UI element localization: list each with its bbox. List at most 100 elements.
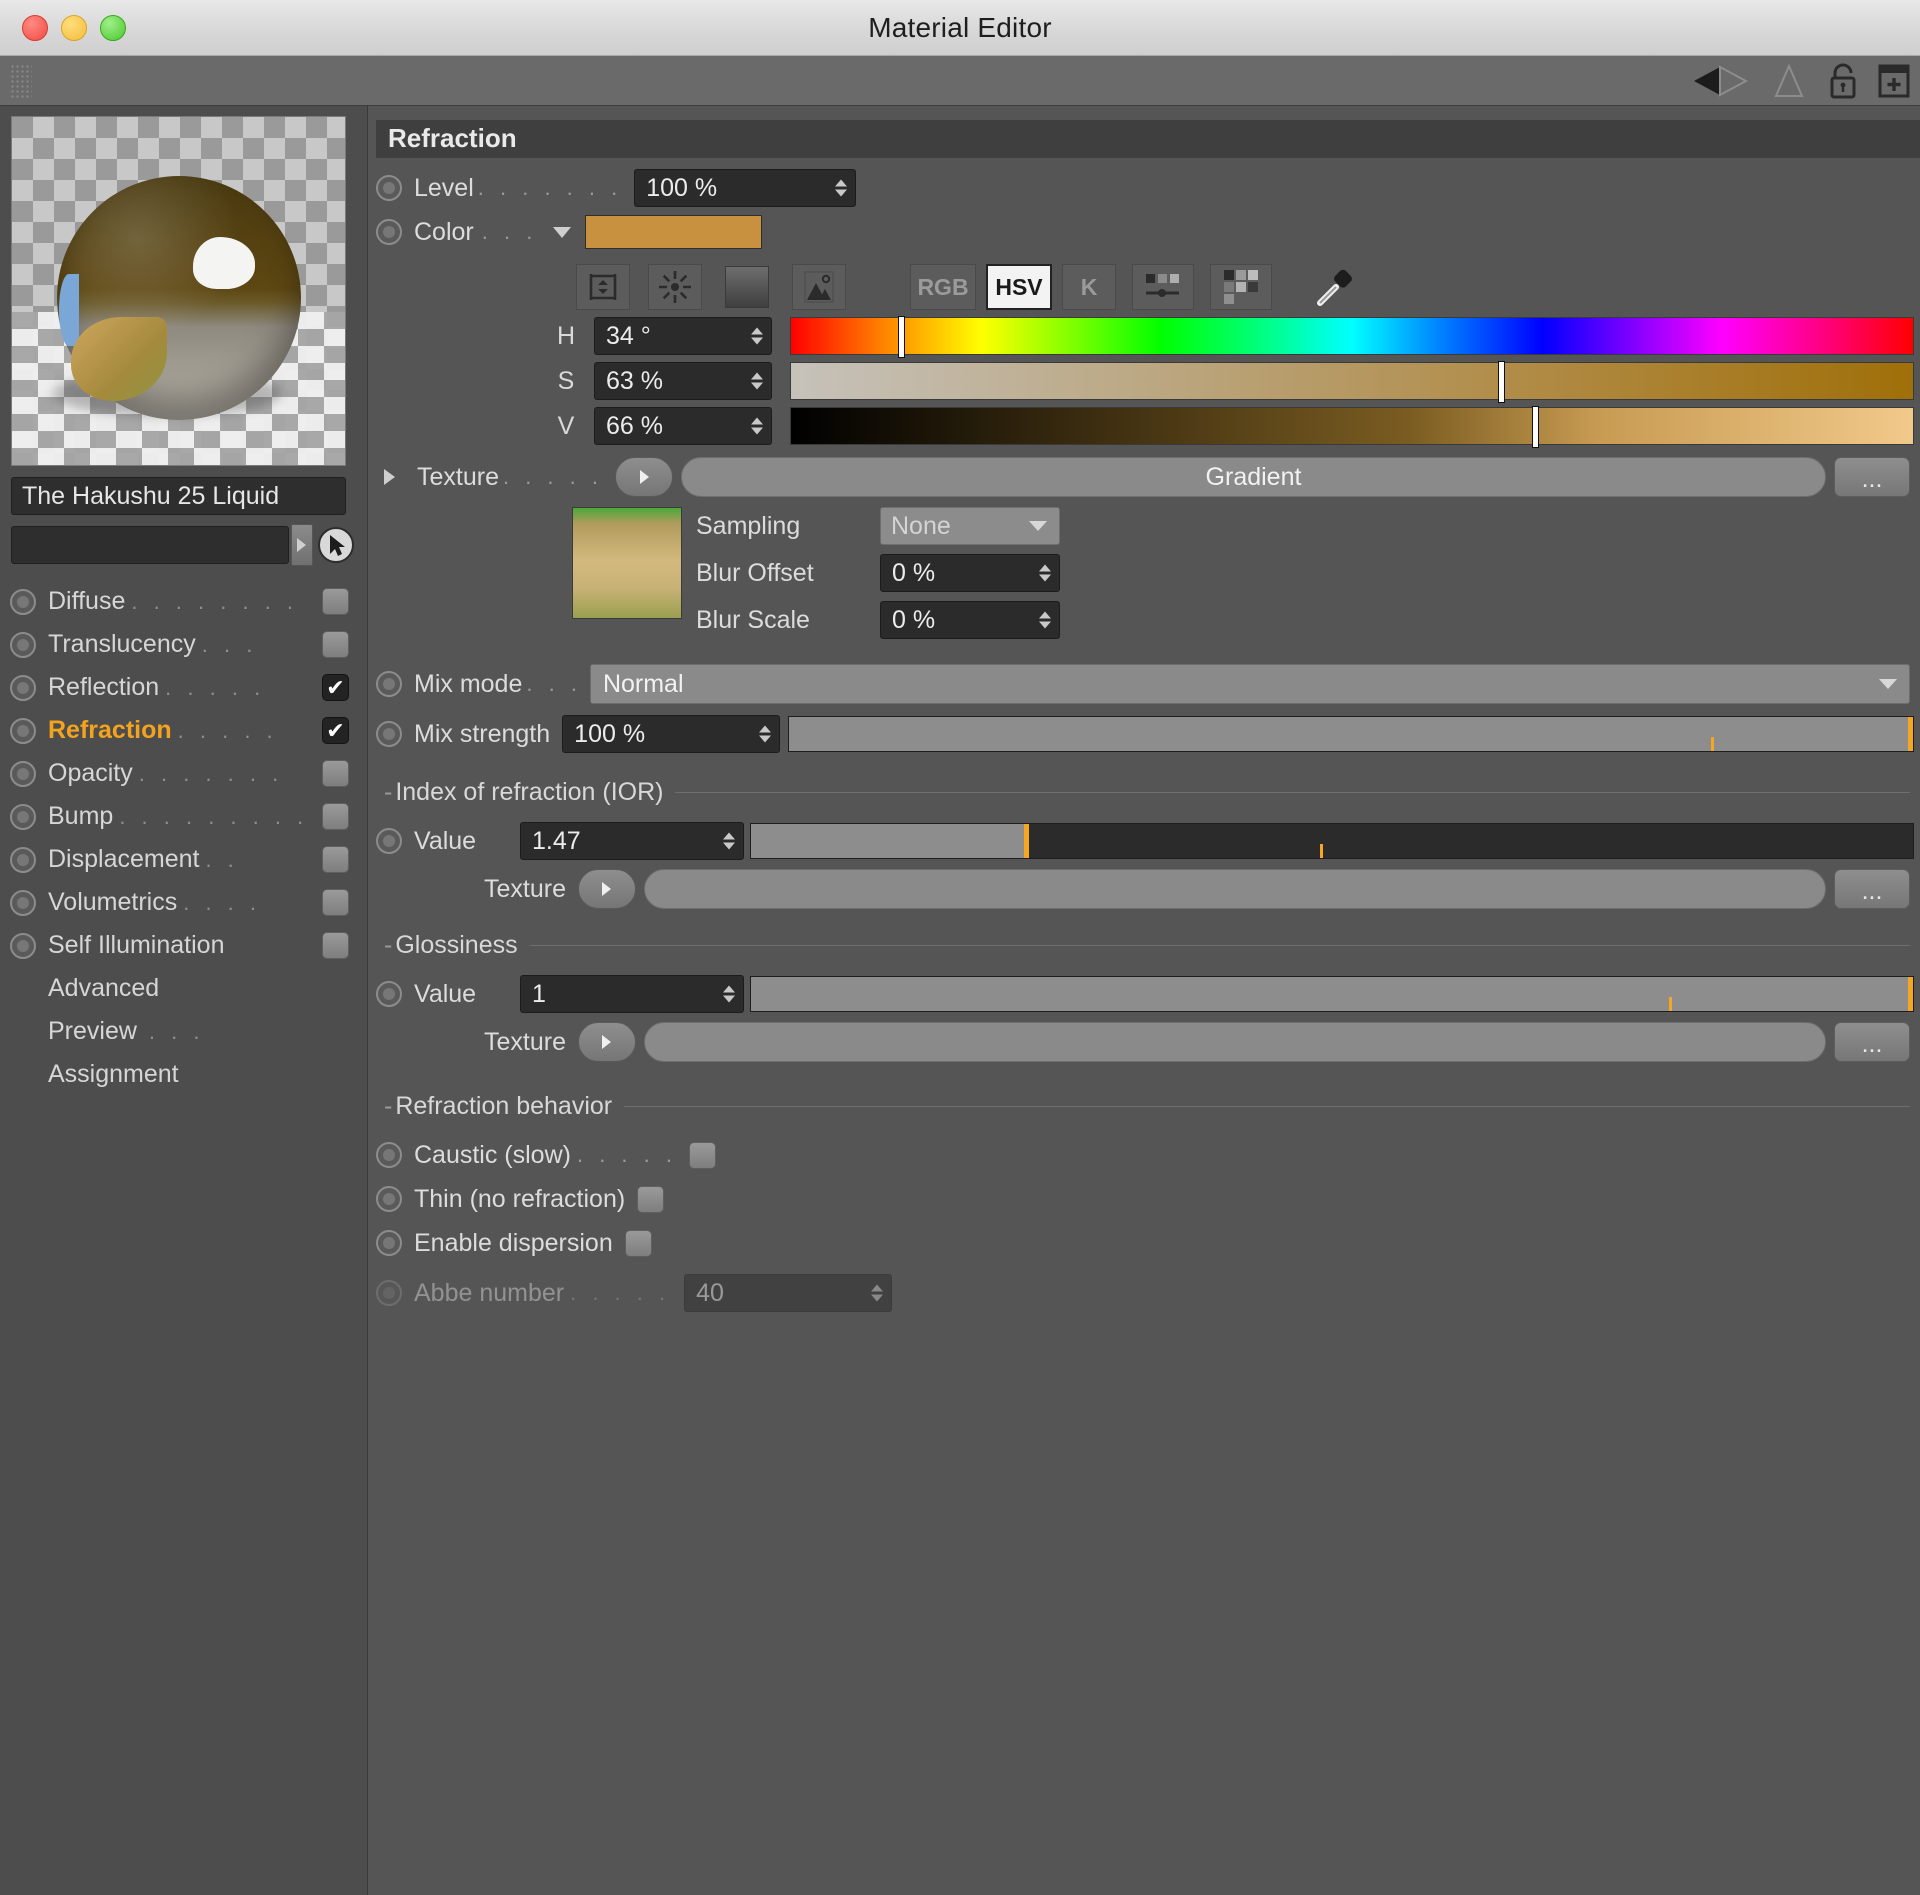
play-back-arrow-icon[interactable]: [1690, 63, 1752, 99]
color-radio-icon[interactable]: [376, 219, 402, 245]
select-cursor-icon[interactable]: [317, 525, 356, 565]
caustic-row[interactable]: Caustic (slow) . . . . .: [376, 1133, 1920, 1177]
mix-strength-slider-knob[interactable]: [1908, 717, 1913, 751]
saturation-input[interactable]: 63 %: [594, 362, 772, 400]
search-input[interactable]: [11, 526, 289, 564]
sidebar-item-assignment[interactable]: Assignment: [0, 1053, 367, 1096]
glossiness-value-input[interactable]: 1: [520, 975, 744, 1013]
kelvin-mode-button[interactable]: K: [1062, 264, 1116, 310]
ior-slider[interactable]: [750, 823, 1914, 859]
channel-checkbox[interactable]: [322, 889, 349, 916]
mix-strength-stepper-icon[interactable]: [759, 725, 772, 743]
hue-slider-knob[interactable]: [897, 316, 905, 358]
color-wheel-icon[interactable]: [648, 264, 702, 310]
expand-triangle-icon[interactable]: [384, 469, 395, 485]
saturation-slider-knob[interactable]: [1497, 361, 1505, 403]
level-stepper-icon[interactable]: [835, 179, 848, 197]
dispersion-checkbox[interactable]: [624, 1229, 652, 1257]
sidebar-item-preview[interactable]: Preview . . .: [0, 1010, 367, 1053]
sidebar-item-opacity[interactable]: Opacity . . . . . . .: [0, 752, 367, 795]
hue-stepper-icon[interactable]: [751, 327, 763, 345]
ior-texture-field[interactable]: [643, 869, 1826, 909]
glossiness-slider-knob[interactable]: [1908, 977, 1913, 1011]
lock-icon[interactable]: [1826, 62, 1860, 100]
mix-strength-radio-icon[interactable]: [376, 721, 402, 747]
channel-radio-icon[interactable]: [10, 588, 36, 615]
blur-offset-stepper-icon[interactable]: [1039, 564, 1051, 582]
sidebar-item-advanced[interactable]: Advanced: [0, 967, 367, 1010]
thin-row[interactable]: Thin (no refraction): [376, 1177, 1920, 1221]
texture-arrow-button[interactable]: [615, 457, 673, 497]
channel-checkbox-checked[interactable]: ✔: [322, 717, 349, 744]
glossiness-texture-more-button[interactable]: ...: [1834, 1022, 1910, 1062]
mix-strength-input[interactable]: 100 %: [562, 715, 781, 753]
channel-radio-icon[interactable]: [10, 889, 36, 916]
ior-value-input[interactable]: 1.47: [520, 822, 744, 860]
color-swatch[interactable]: [585, 215, 763, 249]
glossiness-texture-field[interactable]: [643, 1022, 1826, 1062]
hue-slider[interactable]: [790, 316, 1914, 358]
channel-checkbox[interactable]: [322, 631, 349, 658]
rgb-mode-button[interactable]: RGB: [910, 264, 976, 310]
image-picker-icon[interactable]: [792, 264, 846, 310]
value-stepper-icon[interactable]: [751, 417, 763, 435]
texture-more-button[interactable]: ...: [1834, 457, 1910, 497]
channel-radio-icon[interactable]: [10, 674, 36, 701]
value-slider-knob[interactable]: [1531, 406, 1539, 448]
mix-strength-slider[interactable]: [788, 716, 1914, 752]
sidebar-item-diffuse[interactable]: Diffuse . . . . . . . .: [0, 580, 367, 623]
mix-mode-radio-icon[interactable]: [376, 671, 402, 697]
sidebar-item-self-illumination[interactable]: Self Illumination: [0, 924, 367, 967]
eyedropper-range-icon[interactable]: [576, 264, 630, 310]
sidebar-item-volumetrics[interactable]: Volumetrics . . . .: [0, 881, 367, 924]
texture-value-field[interactable]: Gradient: [681, 457, 1826, 497]
value-slider[interactable]: [790, 406, 1914, 448]
sidebar-item-displacement[interactable]: Displacement . .: [0, 838, 367, 881]
thin-radio-icon[interactable]: [376, 1186, 402, 1212]
channel-radio-icon[interactable]: [10, 760, 36, 787]
ior-slider-knob[interactable]: [1024, 824, 1030, 858]
sidebar-item-refraction[interactable]: Refraction . . . . . ✔: [0, 709, 367, 752]
glossiness-texture-arrow-button[interactable]: [577, 1022, 636, 1062]
channel-checkbox-checked[interactable]: ✔: [322, 674, 349, 701]
saturation-slider[interactable]: [790, 361, 1914, 403]
thin-checkbox[interactable]: [637, 1185, 665, 1213]
value-input[interactable]: 66 %: [594, 407, 772, 445]
level-radio-icon[interactable]: [376, 175, 402, 201]
ior-radio-icon[interactable]: [376, 828, 402, 854]
caustic-radio-icon[interactable]: [376, 1142, 402, 1168]
channel-checkbox[interactable]: [322, 846, 349, 873]
material-name-input[interactable]: The Hakushu 25 Liquid: [11, 477, 346, 515]
sidebar-item-bump[interactable]: Bump . . . . . . . . .: [0, 795, 367, 838]
search-dropdown-arrow-icon[interactable]: [290, 524, 313, 566]
gradient-square-icon[interactable]: [720, 264, 774, 310]
swatches-mode-icon[interactable]: [1210, 264, 1272, 310]
channel-radio-icon[interactable]: [10, 846, 36, 873]
ior-texture-more-button[interactable]: ...: [1834, 869, 1910, 909]
ior-texture-arrow-button[interactable]: [577, 869, 636, 909]
sidebar-item-reflection[interactable]: Reflection . . . . . ✔: [0, 666, 367, 709]
glossiness-radio-icon[interactable]: [376, 981, 402, 1007]
channel-radio-icon[interactable]: [10, 717, 36, 744]
hsv-mode-button[interactable]: HSV: [986, 264, 1052, 310]
channel-radio-icon[interactable]: [10, 932, 36, 959]
channel-radio-icon[interactable]: [10, 803, 36, 830]
ior-stepper-icon[interactable]: [723, 832, 735, 850]
sampling-select[interactable]: None: [880, 507, 1060, 545]
saturation-stepper-icon[interactable]: [751, 372, 763, 390]
caustic-checkbox[interactable]: [689, 1141, 716, 1169]
grip-handle-icon[interactable]: [10, 63, 32, 98]
glossiness-slider[interactable]: [750, 976, 1914, 1012]
channel-checkbox[interactable]: [322, 803, 349, 830]
mixer-mode-icon[interactable]: [1132, 264, 1194, 310]
channel-checkbox[interactable]: [322, 588, 349, 615]
sidebar-item-translucency[interactable]: Translucency . . .: [0, 623, 367, 666]
dispersion-radio-icon[interactable]: [376, 1230, 402, 1256]
blur-scale-input[interactable]: 0 %: [880, 601, 1060, 639]
channel-checkbox[interactable]: [322, 932, 349, 959]
hue-input[interactable]: 34 °: [594, 317, 772, 355]
eyedropper-icon[interactable]: [1308, 264, 1362, 310]
chevron-down-icon[interactable]: [553, 226, 572, 238]
channel-radio-icon[interactable]: [10, 631, 36, 658]
dispersion-row[interactable]: Enable dispersion: [376, 1221, 1920, 1265]
